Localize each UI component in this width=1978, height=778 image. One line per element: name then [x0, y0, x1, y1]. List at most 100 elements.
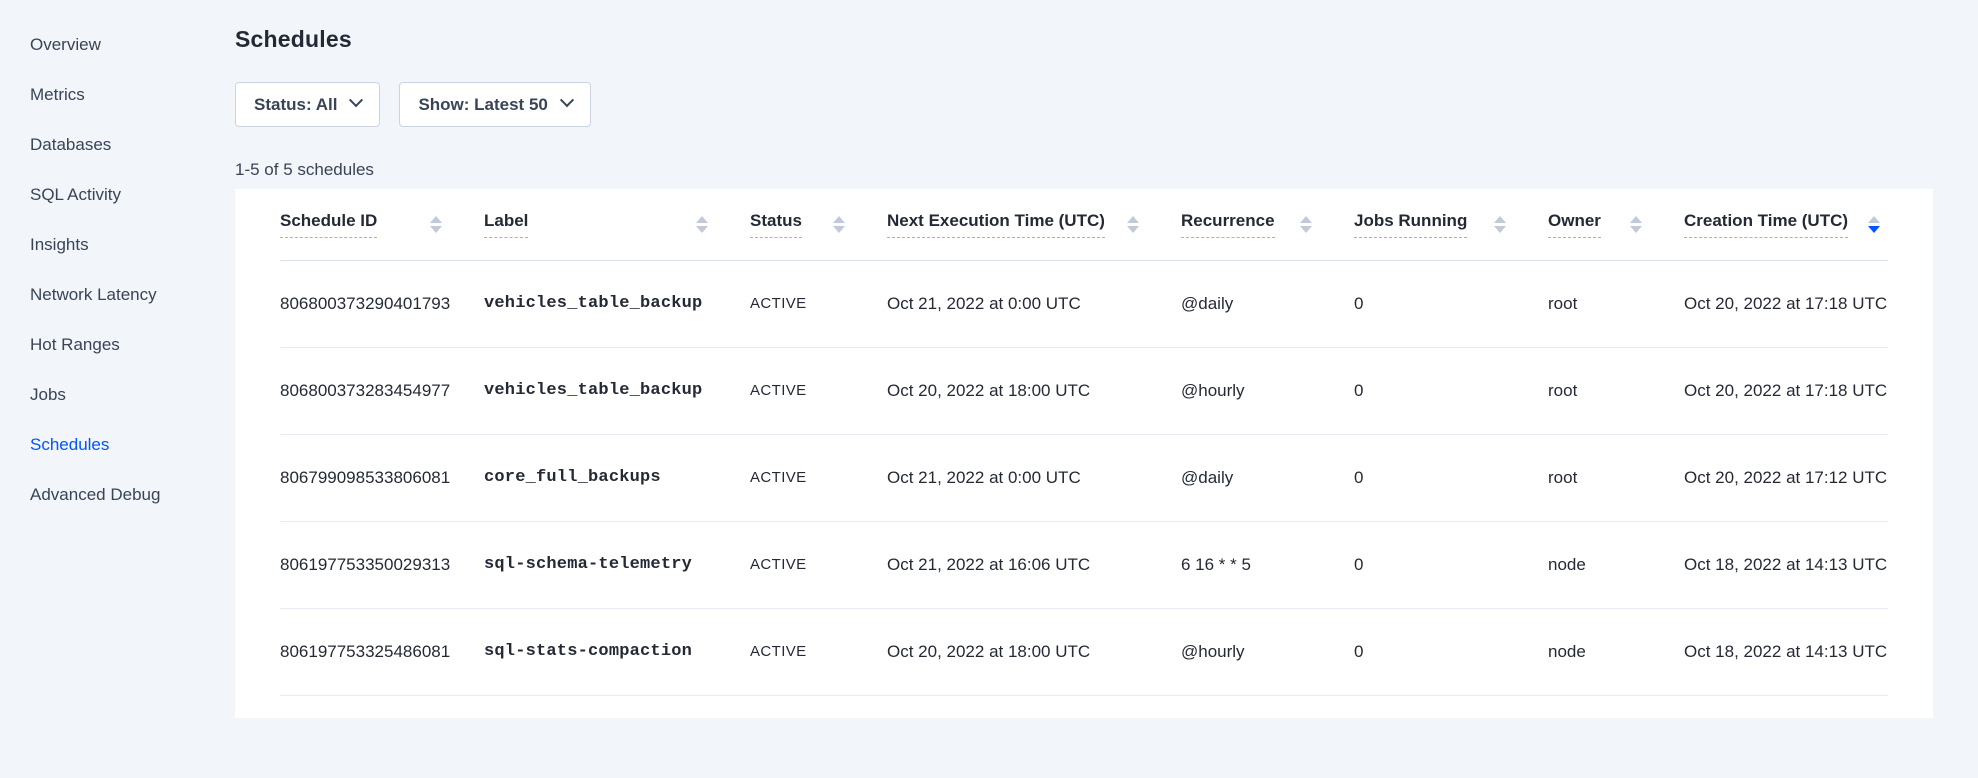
cell-schedule-id-text: 806799098533806081: [280, 468, 470, 487]
cell-creation-time: Oct 20, 2022 at 17:18 UTC: [1684, 347, 1888, 434]
sort-asc-arrow-icon: [1868, 216, 1880, 223]
cell-recurrence-text: @daily: [1181, 294, 1253, 313]
column-header-status[interactable]: Status: [750, 189, 887, 260]
cell-creation-time: Oct 20, 2022 at 17:18 UTC: [1684, 260, 1888, 347]
cell-recurrence-text: @daily: [1181, 468, 1253, 487]
table-row: 806197753325486081sql-stats-compactionAC…: [280, 608, 1888, 695]
cell-owner: node: [1548, 608, 1684, 695]
main-content: Schedules Status: All Show: Latest 50 1-…: [235, 0, 1978, 778]
cell-label-text: vehicles_table_backup: [484, 294, 722, 313]
cell-recurrence: @daily: [1181, 434, 1354, 521]
sort-asc-arrow-icon: [696, 216, 708, 223]
page-title: Schedules: [235, 26, 1978, 52]
cell-label: vehicles_table_backup: [484, 347, 750, 434]
cell-owner: root: [1548, 260, 1684, 347]
cell-jobs-running: 0: [1354, 608, 1548, 695]
cell-recurrence: @hourly: [1181, 347, 1354, 434]
cell-creation-time: Oct 18, 2022 at 14:13 UTC: [1684, 608, 1888, 695]
sidebar-item-insights[interactable]: Insights: [0, 220, 235, 270]
chevron-down-icon: [349, 93, 363, 107]
table-row: 806800373283454977 vehicles_table_backupA…: [280, 347, 1888, 434]
cell-owner: root: [1548, 347, 1684, 434]
cell-status: ACTIVE: [750, 521, 887, 608]
cell-creation-time-text: Oct 20, 2022 at 17:12 UTC: [1684, 468, 1888, 487]
cell-creation-time-text: Oct 18, 2022 at 14:13 UTC: [1684, 555, 1888, 574]
sort-icon[interactable]: [1300, 216, 1312, 233]
sort-icon[interactable]: [1630, 216, 1642, 233]
column-header-next-execution-time-utc-[interactable]: Next Execution Time (UTC): [887, 189, 1181, 260]
sidebar-item-databases[interactable]: Databases: [0, 120, 235, 170]
cell-label: sql-schema-telemetry: [484, 521, 750, 608]
cell-status: ACTIVE: [750, 260, 887, 347]
column-header-jobs-running[interactable]: Jobs Running: [1354, 189, 1548, 260]
column-header-label: Next Execution Time (UTC): [887, 211, 1105, 238]
column-header-recurrence[interactable]: Recurrence: [1181, 189, 1354, 260]
cell-label-text: sql-schema-telemetry: [484, 555, 712, 574]
sidebar-item-advanced-debug[interactable]: Advanced Debug: [0, 470, 235, 520]
column-header-label[interactable]: Label: [484, 189, 750, 260]
filter-dropdown-show[interactable]: Show: Latest 50: [399, 82, 590, 127]
cell-jobs-running: 0: [1354, 260, 1548, 347]
sidebar-item-hot-ranges[interactable]: Hot Ranges: [0, 320, 235, 370]
sort-desc-arrow-icon: [1494, 226, 1506, 233]
sort-icon[interactable]: [1868, 216, 1880, 233]
cell-jobs-running-text: 0: [1354, 468, 1383, 487]
table-row: 806799098533806081core_full_backupsACTIV…: [280, 434, 1888, 521]
cell-schedule-id: 806197753350029313: [280, 521, 484, 608]
cell-status: ACTIVE: [750, 608, 887, 695]
schedules-table-card: Schedule ID Label Status Next Execu: [235, 189, 1933, 718]
column-header-label: Status: [750, 211, 802, 238]
cell-jobs-running-text: 0: [1354, 294, 1383, 313]
cell-schedule-id-text: 806800373283454977: [280, 381, 470, 400]
cell-next-execution-time-text: Oct 20, 2022 at 18:00 UTC: [887, 381, 1110, 400]
sort-icon[interactable]: [430, 216, 442, 233]
cell-creation-time-text: Oct 20, 2022 at 17:18 UTC: [1684, 381, 1888, 400]
sort-asc-arrow-icon: [1630, 216, 1642, 223]
app: Overview Metrics Databases SQL Activity …: [0, 0, 1978, 778]
cell-next-execution-time: Oct 21, 2022 at 0:00 UTC: [887, 260, 1181, 347]
sidebar: Overview Metrics Databases SQL Activity …: [0, 0, 235, 778]
cell-jobs-running: 0: [1354, 521, 1548, 608]
cell-creation-time: Oct 18, 2022 at 14:13 UTC: [1684, 521, 1888, 608]
sidebar-item-jobs[interactable]: Jobs: [0, 370, 235, 420]
filter-dropdown-status[interactable]: Status: All: [235, 82, 380, 127]
cell-creation-time-text: Oct 18, 2022 at 14:13 UTC: [1684, 642, 1888, 661]
cell-owner-text: root: [1548, 294, 1597, 313]
sort-asc-arrow-icon: [1300, 216, 1312, 223]
column-header-label: Creation Time (UTC): [1684, 211, 1848, 238]
column-header-label: Schedule ID: [280, 211, 377, 238]
sidebar-item-sql-activity[interactable]: SQL Activity: [0, 170, 235, 220]
cell-jobs-running-text: 0: [1354, 381, 1383, 400]
cell-recurrence: @daily: [1181, 260, 1354, 347]
column-header-label: Owner: [1548, 211, 1601, 238]
cell-next-execution-time: Oct 20, 2022 at 18:00 UTC: [887, 347, 1181, 434]
sidebar-item-schedules[interactable]: Schedules: [0, 420, 235, 470]
sort-desc-arrow-icon: [1300, 226, 1312, 233]
sidebar-item-metrics[interactable]: Metrics: [0, 70, 235, 120]
sort-icon[interactable]: [696, 216, 708, 233]
sort-asc-arrow-icon: [833, 216, 845, 223]
column-header-owner[interactable]: Owner: [1548, 189, 1684, 260]
cell-owner-text: node: [1548, 642, 1606, 661]
cell-schedule-id-text: 806197753350029313: [280, 555, 470, 574]
cell-creation-time: Oct 20, 2022 at 17:12 UTC: [1684, 434, 1888, 521]
chevron-down-icon: [560, 93, 574, 107]
results-count: 1-5 of 5 schedules: [235, 160, 1978, 180]
cell-status-text: ACTIVE: [750, 382, 827, 399]
table-row: 806197753350029313 sql-schema-telemetry AC…: [280, 521, 1888, 608]
column-header-schedule-id[interactable]: Schedule ID: [280, 189, 484, 260]
sort-icon[interactable]: [1494, 216, 1506, 233]
sort-icon[interactable]: [1127, 216, 1139, 233]
cell-recurrence-text: 6 16 * * 5: [1181, 555, 1271, 574]
column-header-creation-time-utc-[interactable]: Creation Time (UTC): [1684, 189, 1888, 260]
cell-status: ACTIVE: [750, 434, 887, 521]
cell-schedule-id-text: 806197753325486081: [280, 642, 470, 661]
cell-schedule-id: 806800373283454977: [280, 347, 484, 434]
cell-owner-text: root: [1548, 381, 1597, 400]
sort-icon[interactable]: [833, 216, 845, 233]
sidebar-item-overview[interactable]: Overview: [0, 20, 235, 70]
sidebar-item-network-latency[interactable]: Network Latency: [0, 270, 235, 320]
cell-schedule-id: 806800373290401793: [280, 260, 484, 347]
schedules-table: Schedule ID Label Status Next Execu: [280, 189, 1888, 696]
cell-status-text: ACTIVE: [750, 295, 827, 312]
